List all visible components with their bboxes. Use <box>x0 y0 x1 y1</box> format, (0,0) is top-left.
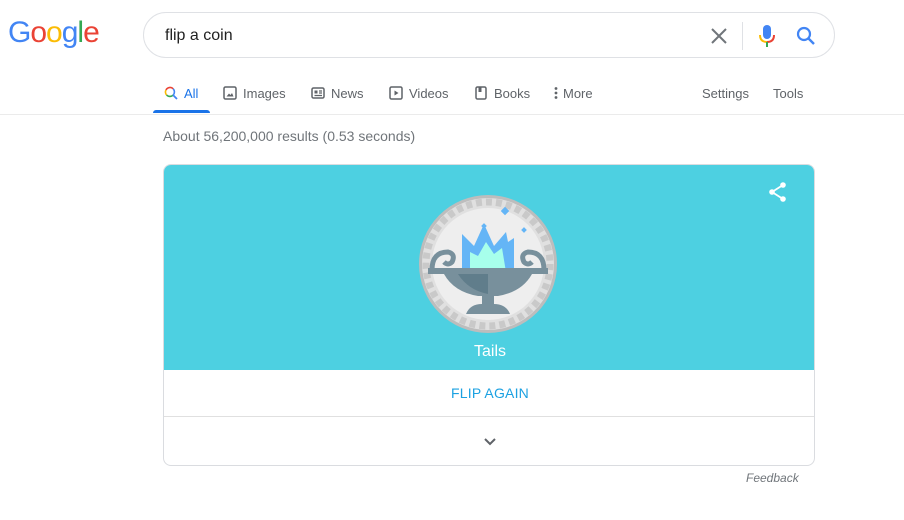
tab-label: All <box>184 85 199 101</box>
search-button[interactable] <box>794 24 818 48</box>
share-button[interactable] <box>766 180 790 204</box>
tools-label: Tools <box>773 85 804 101</box>
more-vertical-icon <box>553 86 559 100</box>
tab-label: News <box>331 85 364 101</box>
logo-letter: G <box>8 16 31 49</box>
active-tab-indicator <box>153 110 210 113</box>
tab-videos[interactable]: Videos <box>389 72 449 114</box>
logo-letter: g <box>61 16 79 49</box>
coin-tails-image <box>419 195 557 333</box>
search-input[interactable] <box>165 24 685 48</box>
chevron-down-icon <box>484 437 496 445</box>
tab-books[interactable]: Books <box>474 72 530 114</box>
expand-button[interactable] <box>164 417 814 465</box>
tab-label: Videos <box>409 85 449 101</box>
search-icon <box>796 26 815 45</box>
coin-display-area: Tails <box>164 165 814 370</box>
coin-result-label: Tails <box>473 343 506 360</box>
settings-label: Settings <box>702 85 749 101</box>
play-icon <box>389 86 403 100</box>
voice-search-button[interactable] <box>755 23 779 49</box>
search-divider <box>742 22 743 50</box>
image-icon <box>223 86 237 100</box>
newspaper-icon <box>311 86 325 100</box>
microphone-icon <box>759 25 775 47</box>
search-icon <box>164 86 178 100</box>
share-icon <box>769 182 786 202</box>
result-stats: About 56,200,000 results (0.53 seconds) <box>163 128 416 144</box>
tab-label: More <box>563 85 593 101</box>
coin-flip-card: Tails FLIP AGAIN <box>163 164 815 466</box>
settings-link[interactable]: Settings <box>702 72 749 114</box>
tab-news[interactable]: News <box>311 72 364 114</box>
google-logo[interactable]: Google <box>8 16 100 50</box>
tools-link[interactable]: Tools <box>773 72 803 114</box>
search-tabs: All Images News Videos Books More Settin… <box>0 72 904 115</box>
logo-letter: e <box>83 16 100 49</box>
tab-more[interactable]: More <box>553 72 593 114</box>
clear-search-button[interactable] <box>707 24 731 48</box>
tab-all[interactable]: All <box>164 72 198 114</box>
search-box <box>143 12 835 58</box>
tab-images[interactable]: Images <box>223 72 286 114</box>
flip-again-button[interactable]: FLIP AGAIN <box>164 370 814 417</box>
feedback-link[interactable]: Feedback <box>746 471 799 485</box>
close-icon <box>711 28 727 44</box>
book-icon <box>474 86 488 100</box>
tab-label: Images <box>243 85 286 101</box>
logo-letter: o <box>46 16 63 49</box>
tab-label: Books <box>494 85 531 101</box>
logo-letter: o <box>30 16 47 49</box>
